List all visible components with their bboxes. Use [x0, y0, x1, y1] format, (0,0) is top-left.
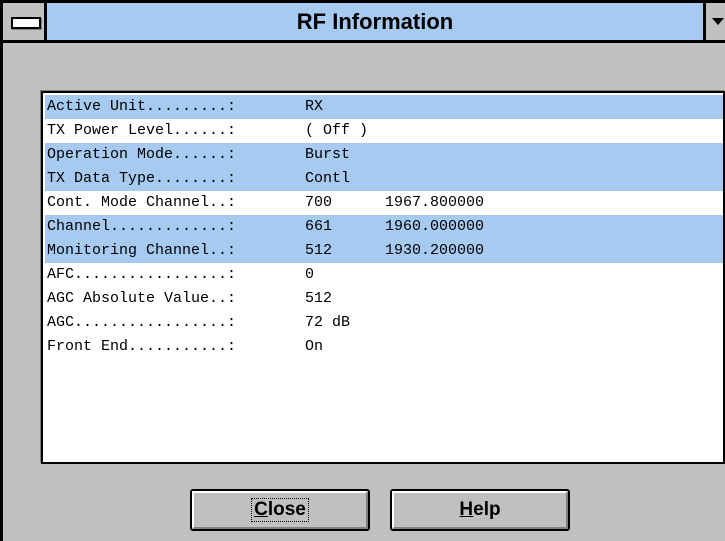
row-value: 512: [305, 242, 333, 259]
list-item[interactable]: AGC Absolute Value..: 512: [45, 287, 723, 311]
window-title: RF Information: [296, 9, 454, 34]
row-label: AFC.................:: [47, 266, 237, 283]
row-value: Burst: [305, 146, 351, 163]
help-button-label: Help: [459, 499, 501, 520]
row-label: Cont. Mode Channel..:: [47, 194, 237, 211]
row-value: On: [305, 338, 324, 355]
row-value: 72 dB: [305, 314, 351, 331]
rf-information-window: RF Information Active Unit.........: RX TX…: [0, 0, 725, 541]
help-button[interactable]: Help: [390, 489, 570, 531]
system-menu-icon: [11, 17, 41, 29]
row-value: Contl: [305, 170, 351, 187]
list-item[interactable]: AGC.................: 72 dB: [45, 311, 723, 335]
list-item[interactable]: AFC.................: 0: [45, 263, 723, 287]
row-value: 512: [305, 290, 333, 307]
row-label: TX Power Level......:: [47, 122, 237, 139]
system-menu-button[interactable]: [3, 3, 47, 40]
row-value: 661: [305, 218, 333, 235]
rf-info-list[interactable]: Active Unit.........: RX TX Power Level...…: [41, 91, 725, 464]
list-item[interactable]: Active Unit.........: RX: [45, 95, 723, 119]
row-frequency: 1930.200000: [385, 242, 485, 259]
list-item[interactable]: Cont. Mode Channel..: 700 1967.800000: [45, 191, 723, 215]
row-label: Active Unit.........:: [47, 98, 237, 115]
minimize-arrow-icon: [712, 18, 724, 25]
list-item[interactable]: TX Data Type........: Contl: [45, 167, 723, 191]
row-value: ( Off ): [305, 122, 369, 139]
row-label: AGC Absolute Value..:: [47, 290, 237, 307]
close-button-label: Close: [251, 498, 309, 522]
row-label: TX Data Type........:: [47, 170, 237, 187]
row-label: Monitoring Channel..:: [47, 242, 237, 259]
row-frequency: 1967.800000: [385, 194, 485, 211]
close-button[interactable]: Close: [190, 489, 370, 531]
row-value: 700: [305, 194, 333, 211]
list-item[interactable]: Operation Mode......: Burst: [45, 143, 723, 167]
row-value: RX: [305, 98, 324, 115]
list-item[interactable]: TX Power Level......: ( Off ): [45, 119, 723, 143]
row-label: Operation Mode......:: [47, 146, 237, 163]
title-bar[interactable]: RF Information: [3, 3, 725, 43]
row-frequency: 1960.000000: [385, 218, 485, 235]
minimize-button[interactable]: [703, 3, 725, 40]
row-value: 0: [305, 266, 315, 283]
row-label: AGC.................:: [47, 314, 237, 331]
row-label: Front End...........:: [47, 338, 237, 355]
list-item[interactable]: Front End...........: On: [45, 335, 723, 359]
list-item[interactable]: Monitoring Channel..: 512 1930.200000: [45, 239, 723, 263]
list-item[interactable]: Channel.............: 661 1960.000000: [45, 215, 723, 239]
row-label: Channel.............:: [47, 218, 237, 235]
